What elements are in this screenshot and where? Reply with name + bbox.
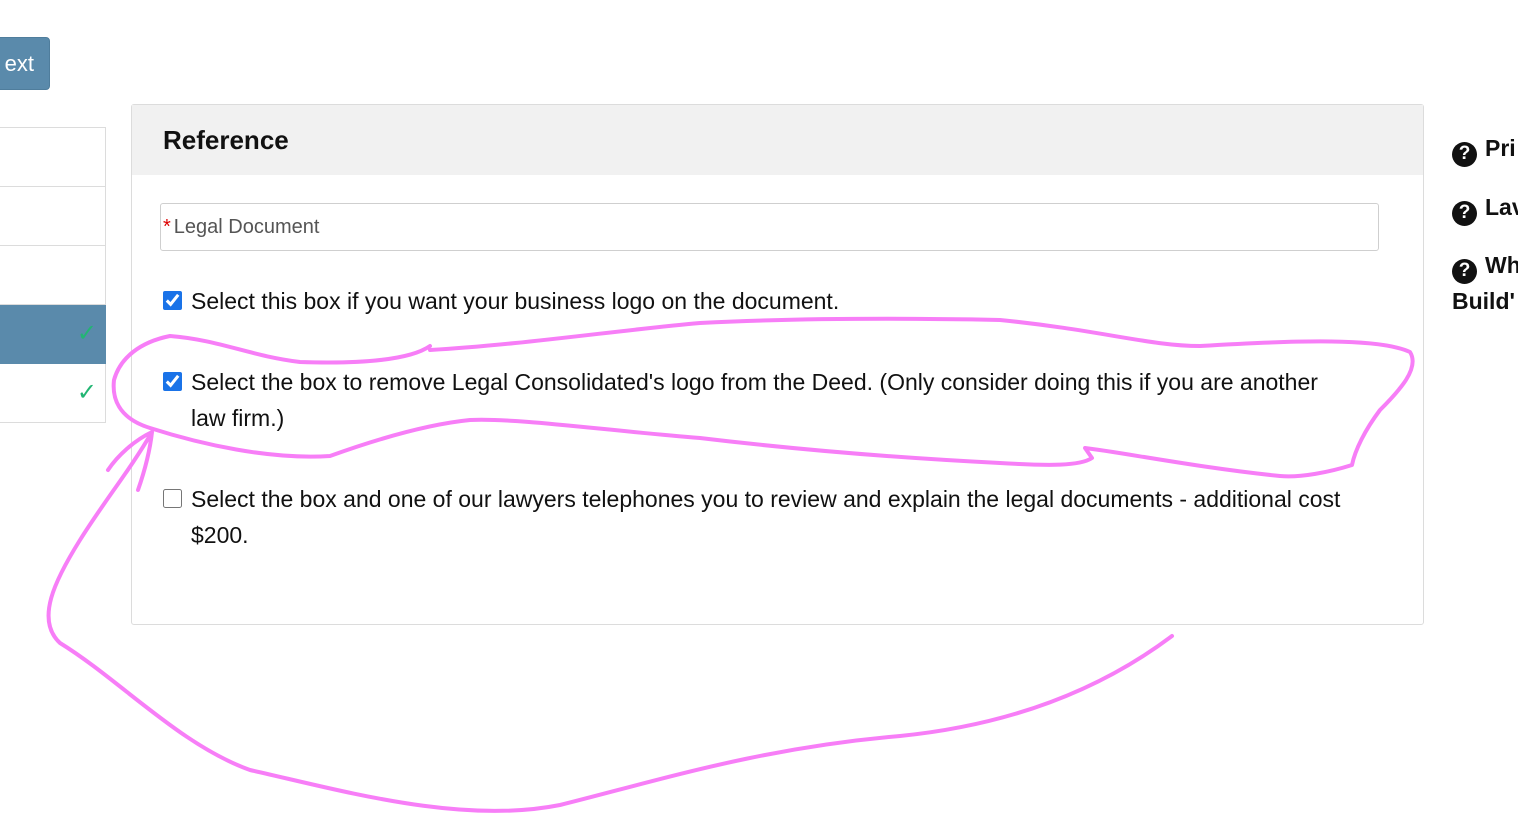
legal-document-field[interactable]: * Legal Document (160, 203, 1379, 251)
reference-panel: Reference * Legal Document Select this b… (131, 104, 1424, 625)
option-business-logo-label: Select this box if you want your busines… (191, 288, 840, 314)
remove-logo-checkbox[interactable] (163, 372, 182, 391)
business-logo-checkbox[interactable] (163, 291, 182, 310)
question-circle-icon: ? (1452, 200, 1477, 226)
help-link-3-label-line2: Build' (1452, 287, 1515, 314)
option-remove-logo-label: Select the box to remove Legal Consolida… (191, 369, 1318, 431)
lawyer-call-checkbox[interactable] (163, 489, 182, 508)
step-nav: ✓ ✓ (0, 127, 106, 423)
step-item-1[interactable] (0, 127, 106, 187)
step-item-5[interactable]: ✓ (0, 364, 106, 423)
step-item-3[interactable] (0, 246, 106, 305)
help-link-1[interactable]: ? Pri (1452, 135, 1518, 167)
required-mark: * (163, 215, 171, 238)
help-link-3-label: Wh (1485, 252, 1518, 278)
question-circle-icon: ? (1452, 258, 1477, 284)
step-item-2[interactable] (0, 187, 106, 246)
option-business-logo[interactable]: Select this box if you want your busines… (163, 283, 1403, 319)
help-link-2-label: Lav (1485, 194, 1518, 220)
option-lawyer-call[interactable]: Select the box and one of our lawyers te… (163, 481, 1403, 553)
check-icon: ✓ (76, 320, 97, 347)
help-link-2[interactable]: ? Lav (1452, 194, 1518, 226)
check-icon: ✓ (76, 379, 97, 406)
panel-title: Reference (132, 105, 1423, 175)
next-button[interactable]: ext (0, 37, 50, 90)
option-remove-logo[interactable]: Select the box to remove Legal Consolida… (163, 364, 1358, 436)
option-lawyer-call-label: Select the box and one of our lawyers te… (191, 486, 1341, 548)
question-circle-icon: ? (1452, 141, 1477, 167)
step-item-4[interactable]: ✓ (0, 305, 106, 364)
legal-document-label: Legal Document (173, 215, 320, 238)
help-link-3[interactable]: ? Wh Build' (1452, 252, 1518, 315)
help-link-1-label: Pri (1485, 135, 1516, 161)
